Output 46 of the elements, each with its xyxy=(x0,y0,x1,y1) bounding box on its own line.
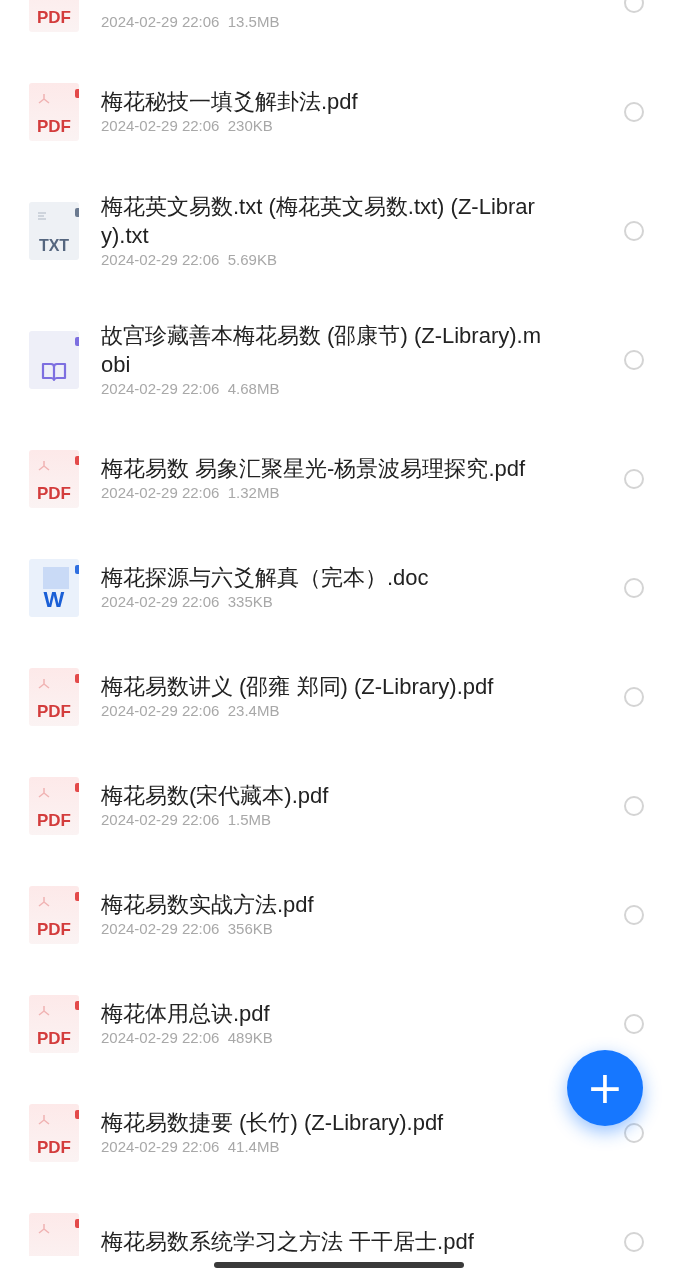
select-radio[interactable] xyxy=(624,101,644,122)
select-radio[interactable] xyxy=(624,220,644,241)
file-name: 梅花英文易数.txt (梅花英文易数.txt) (Z-Library).txt xyxy=(101,192,536,250)
select-radio[interactable] xyxy=(624,1231,644,1252)
file-name: 梅花易数捷要 (长竹) (Z-Library).pdf xyxy=(101,1109,445,1137)
file-name: 梅花易数讲义 (邵雍 郑同) (Z-Library).pdf xyxy=(101,673,495,701)
book-file-icon xyxy=(29,330,79,389)
file-details: 2024-02-29 22:06 1.5MB xyxy=(101,810,273,830)
pdf-file-icon: PDF xyxy=(29,82,79,141)
file-details: 2024-02-29 22:06 4.68MB xyxy=(101,378,281,399)
home-indicator[interactable] xyxy=(214,1262,464,1268)
pdf-file-icon: PDF xyxy=(29,1103,79,1162)
file-details: 2024-02-29 22:06 23.4MB xyxy=(101,701,281,721)
add-button[interactable]: + xyxy=(567,1050,643,1126)
file-details: 2024-02-29 22:06 335KB xyxy=(101,592,274,612)
file-details: 2024-02-29 22:06 489KB xyxy=(101,1028,274,1048)
select-radio[interactable] xyxy=(624,795,644,816)
select-radio[interactable] xyxy=(624,904,644,925)
select-radio[interactable] xyxy=(624,686,644,707)
file-details: 2024-02-29 22:06 5.69KB xyxy=(101,249,278,270)
pdf-file-icon: PDF xyxy=(29,449,79,508)
pdf-file-icon: PDF xyxy=(29,885,79,944)
file-details: 2024-02-29 22:06 1.32MB xyxy=(101,483,281,503)
word-file-icon: W xyxy=(29,558,79,617)
file-name: 梅花易数 易象汇聚星光-杨景波易理探究.pdf xyxy=(101,455,527,483)
select-radio[interactable] xyxy=(624,1122,644,1143)
pdf-file-icon: PDF xyxy=(29,0,79,32)
pdf-file-icon: PDF xyxy=(29,776,79,835)
file-name: 梅花易数实战方法.pdf xyxy=(101,891,315,919)
file-details: 2024-02-29 22:06 356KB xyxy=(101,919,274,939)
file-details: 2024-02-29 22:06 13.5MB xyxy=(101,11,281,32)
file-name: 故宫珍藏善本梅花易数 (邵康节) (Z-Library).mobi xyxy=(101,321,542,379)
file-name: 梅花易数(宋代藏本).pdf xyxy=(101,782,330,810)
file-name: 梅花探源与六爻解真（完本）.doc xyxy=(101,564,430,592)
select-radio[interactable] xyxy=(624,577,644,598)
file-name: 梅花易数系统学习之方法 干干居士.pdf xyxy=(101,1228,475,1256)
pdf-file-icon: PDF xyxy=(29,994,79,1053)
text-file-icon: TXT xyxy=(29,201,79,260)
select-radio[interactable] xyxy=(624,468,644,489)
file-details: 2024-02-29 22:06 230KB xyxy=(101,116,274,136)
file-name: 梅花体用总诀.pdf xyxy=(101,1000,271,1028)
select-radio[interactable] xyxy=(624,349,644,370)
file-details: 2024-02-29 22:06 41.4MB xyxy=(101,1137,281,1157)
file-name: 梅花秘技一填爻解卦法.pdf xyxy=(101,88,359,116)
pdf-file-icon: PDF xyxy=(29,667,79,726)
select-radio[interactable] xyxy=(624,1013,644,1034)
